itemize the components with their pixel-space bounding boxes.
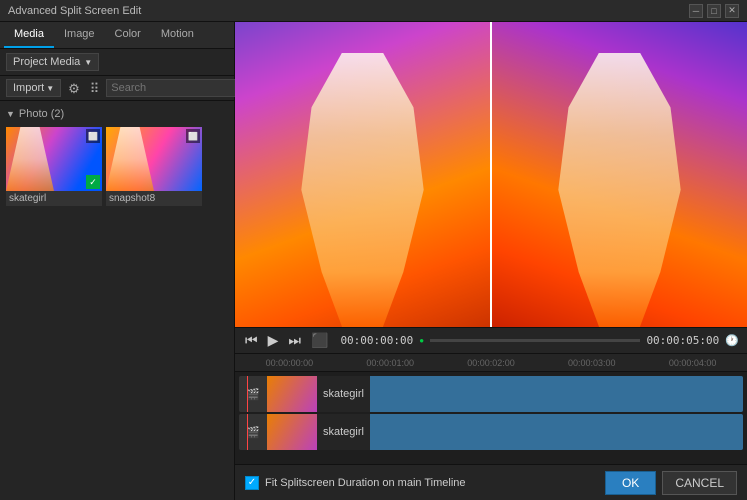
chevron-down-icon: ▼ [6,109,15,119]
thumb-figure2 [106,127,154,191]
project-media-dropdown[interactable]: Project Media ▼ [6,53,99,71]
playhead-2 [247,414,248,450]
snapshot8-thumbnail: ⬜ [106,127,202,191]
titlebar: Advanced Split Screen Edit ─ □ ✕ [0,0,747,22]
time-end: 00:00:05:00 [646,334,719,347]
time-current: 00:00:00:00 [340,334,413,347]
playhead-1 [247,376,248,412]
girl-figure-left [261,53,465,328]
media-item-label: skategirl [6,191,102,206]
left-panel: Media Image Color Motion Project Media ▼… [0,22,235,500]
import-button[interactable]: Import ▼ [6,79,61,97]
track-2-thumbnail [267,414,317,450]
skategirl-thumbnail: ⬜ ✓ [6,127,102,191]
thumb-check-icon: ✓ [86,175,100,189]
track-2-bar[interactable] [370,414,743,450]
timeline-tracks: 🎬 skategirl 🎬 skategirl [235,372,747,464]
fit-duration-checkbox[interactable]: ✓ [245,476,259,490]
rewind-button[interactable]: ⏮ [243,332,260,349]
track-1-icon: 🎬 [239,376,267,412]
grid-view-icon[interactable]: ⠿ [87,80,103,97]
ruler-mark-1: 00:00:01:00 [340,358,441,368]
media-item-label2: snapshot8 [106,191,202,206]
project-media-row: Project Media ▼ [0,49,234,76]
media-grid: ⬜ ✓ skategirl ⬜ snapshot8 [4,123,230,210]
tab-color[interactable]: Color [105,22,151,48]
next-frame-button[interactable]: ⏭ [286,332,303,349]
media-item-skategirl[interactable]: ⬜ ✓ skategirl [6,127,102,206]
transport-bar: ⏮ ▶ ⏭ ⬛ 00:00:00:00 ● 00:00:05:00 🕐 [235,327,747,354]
fit-duration-label: Fit Splitscreen Duration on main Timelin… [265,477,466,489]
right-panel: ⏮ ▶ ⏭ ⬛ 00:00:00:00 ● 00:00:05:00 🕐 00:0… [235,22,747,500]
window-controls[interactable]: ─ □ ✕ [689,4,739,18]
cancel-button[interactable]: CANCEL [662,471,737,495]
tab-media[interactable]: Media [4,22,54,48]
media-item-snapshot8[interactable]: ⬜ snapshot8 [106,127,202,206]
stop-button[interactable]: ⬛ [309,332,330,349]
timeline: 00:00:00:00 00:00:01:00 00:00:02:00 00:0… [235,354,747,464]
girl-figure-right [518,53,722,328]
thumb-figure [6,127,54,191]
track-2: 🎬 skategirl [239,414,743,450]
track-2-icon: 🎬 [239,414,267,450]
clock-icon: 🕐 [725,334,739,347]
filter-icon[interactable]: ⚙ [65,80,83,97]
progress-bar[interactable] [430,339,640,342]
track-1-thumbnail [267,376,317,412]
close-button[interactable]: ✕ [725,4,739,18]
track-1: 🎬 skategirl [239,376,743,412]
split-preview [235,22,747,327]
progress-area[interactable] [430,339,640,342]
main-layout: Media Image Color Motion Project Media ▼… [0,22,747,500]
tab-motion[interactable]: Motion [151,22,204,48]
play-button[interactable]: ▶ [266,332,281,349]
minimize-button[interactable]: ─ [689,4,703,18]
tab-bar: Media Image Color Motion [0,22,234,49]
tab-image[interactable]: Image [54,22,105,48]
media-content: ▼ Photo (2) ⬜ ✓ skategirl ⬜ [0,101,234,500]
filter-row: Import ▼ ⚙ ⠿ 🔍 [0,76,234,101]
thumb-corner-icon2: ⬜ [186,129,200,143]
timeline-ruler: 00:00:00:00 00:00:01:00 00:00:02:00 00:0… [235,354,747,372]
ok-button[interactable]: OK [605,471,656,495]
photo-section-header: ▼ Photo (2) [4,105,230,123]
import-dropdown-icon: ▼ [46,84,54,93]
ruler-mark-2: 00:00:02:00 [441,358,542,368]
preview-left [235,22,492,327]
timecode-indicator: ● [419,336,424,345]
fit-duration-row: ✓ Fit Splitscreen Duration on main Timel… [245,476,466,490]
action-buttons: OK CANCEL [605,471,737,495]
maximize-button[interactable]: □ [707,4,721,18]
track-1-bar[interactable] [370,376,743,412]
bottom-bar: ✓ Fit Splitscreen Duration on main Timel… [235,464,747,500]
preview-right [492,22,747,327]
preview-area [235,22,747,327]
ruler-mark-3: 00:00:03:00 [541,358,642,368]
ruler-mark-0: 00:00:00:00 [239,358,340,368]
track-1-label: skategirl [317,388,370,400]
dropdown-arrow-icon: ▼ [84,58,92,67]
window-title: Advanced Split Screen Edit [8,5,141,17]
track-2-label: skategirl [317,426,370,438]
ruler-mark-4: 00:00:04:00 [642,358,743,368]
thumb-corner-icon: ⬜ [86,129,100,143]
ruler-marks: 00:00:00:00 00:00:01:00 00:00:02:00 00:0… [235,358,747,368]
